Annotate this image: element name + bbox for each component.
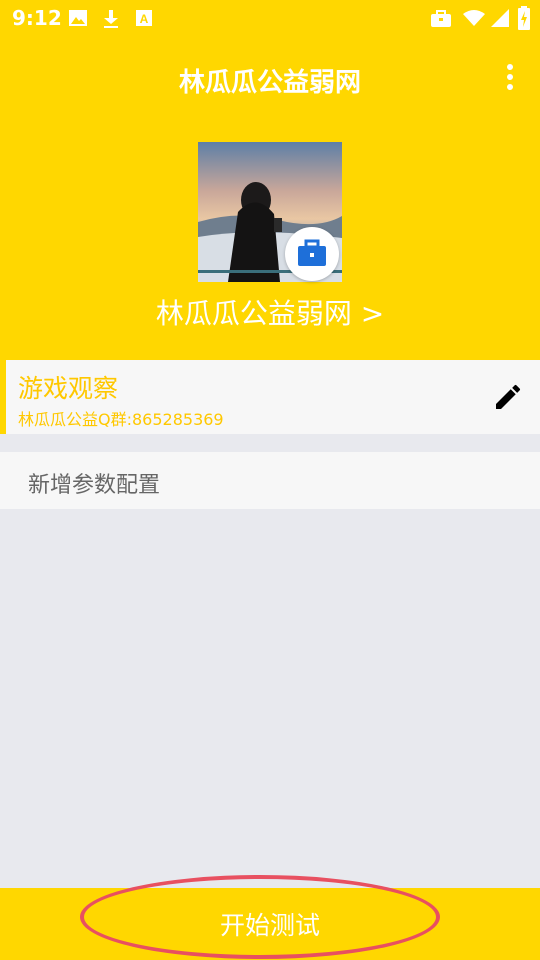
add-config-button[interactable]: 新增参数配置 — [0, 452, 540, 509]
card-subtitle: 林瓜瓜公益Q群:865285369 — [18, 410, 224, 429]
add-config-label: 新增参数配置 — [28, 473, 161, 498]
status-bar: 9:12 A — [0, 0, 540, 36]
battery-charging-icon — [518, 6, 530, 30]
status-time: 9:12 — [12, 6, 62, 30]
more-options-icon[interactable] — [502, 64, 518, 94]
card-title: 游戏观察 — [18, 374, 119, 403]
config-card[interactable]: 游戏观察 林瓜瓜公益Q群:865285369 — [0, 360, 540, 434]
card-accent-bar — [0, 360, 6, 434]
profile-name-link[interactable]: 林瓜瓜公益弱网 > — [0, 292, 540, 332]
download-icon — [104, 10, 118, 28]
wifi-icon — [463, 10, 485, 26]
svg-text:A: A — [140, 12, 149, 26]
app-title: 林瓜瓜公益弱网 — [178, 68, 361, 98]
start-test-button[interactable]: 开始测试 — [0, 906, 540, 942]
a-letter-icon: A — [136, 10, 152, 26]
briefcase-icon — [431, 10, 451, 27]
bottom-bar: 开始测试 — [0, 875, 540, 960]
briefcase-badge-icon — [285, 227, 339, 281]
signal-icon — [491, 9, 509, 27]
profile-header: 林瓜瓜公益弱网 林瓜瓜公益弱网 > — [0, 36, 540, 360]
edit-icon[interactable] — [492, 381, 524, 413]
image-icon — [69, 10, 87, 26]
